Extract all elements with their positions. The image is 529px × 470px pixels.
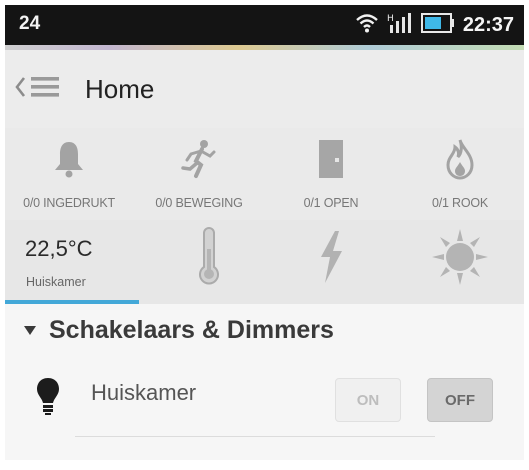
notification-count: 24 <box>19 13 41 34</box>
sensor-rook[interactable]: 0/1 ROOK <box>396 128 524 220</box>
temperature-room: Huiskamer <box>26 275 86 289</box>
bulb-icon <box>35 376 61 420</box>
bell-icon <box>51 138 87 180</box>
switch-name: Huiskamer <box>91 380 197 405</box>
door-icon <box>316 138 346 180</box>
back-chevron-icon <box>13 74 27 104</box>
temperature-tile[interactable]: 22,5°C Huiskamer <box>5 220 139 304</box>
thermometer-icon <box>194 227 224 291</box>
sensor-label: 0/1 OPEN <box>303 196 359 210</box>
lightning-icon <box>315 229 347 289</box>
section-header[interactable]: Schakelaars & Dimmers <box>23 316 334 345</box>
battery-icon <box>420 12 455 38</box>
action-bar: Home <box>5 50 524 128</box>
weather-strip: 22,5°C Huiskamer <box>5 220 524 304</box>
temperature-value: 22,5°C <box>25 236 93 261</box>
sensor-open[interactable]: 0/1 OPEN <box>267 128 395 220</box>
off-button[interactable]: OFF <box>427 378 493 422</box>
triangle-down-icon <box>23 321 37 340</box>
row-divider <box>75 436 435 437</box>
sun-tile[interactable] <box>396 228 524 290</box>
sensor-strip: 0/0 INGEDRUKT 0/0 BEWEGING 0/1 OPEN 0/1 … <box>5 128 524 220</box>
status-bar: 24 H 22:37 <box>5 5 524 45</box>
sensor-label: 0/1 ROOK <box>431 196 489 210</box>
home-up-button[interactable] <box>13 72 73 106</box>
section-title: Schakelaars & Dimmers <box>49 316 334 344</box>
sensor-ingedrukt[interactable]: 0/0 INGEDRUKT <box>5 128 133 220</box>
sensor-beweging[interactable]: 0/0 BEWEGING <box>135 128 263 220</box>
menu-icon <box>27 72 63 106</box>
flame-icon <box>443 138 477 180</box>
svg-text:H: H <box>387 14 394 24</box>
signal-icon: H <box>387 11 413 39</box>
switch-row: Huiskamer ON OFF <box>5 368 524 428</box>
wifi-icon <box>355 12 379 38</box>
sensor-label: 0/0 INGEDRUKT <box>23 196 115 210</box>
content-area: Schakelaars & Dimmers Huiskamer ON OFF <box>5 304 524 460</box>
sensor-label: 0/0 BEWEGING <box>155 196 243 210</box>
app-screen: 24 H 22:37 Home 0/0 INGEDRUKT 0/0 BEWEGI… <box>5 5 524 460</box>
page-title: Home <box>85 74 155 104</box>
sun-icon <box>430 227 490 291</box>
clock: 22:37 <box>462 13 514 36</box>
running-person-icon <box>179 138 219 180</box>
on-button[interactable]: ON <box>335 378 401 422</box>
lightning-tile[interactable] <box>267 228 395 290</box>
thermometer-tile[interactable] <box>145 227 273 291</box>
